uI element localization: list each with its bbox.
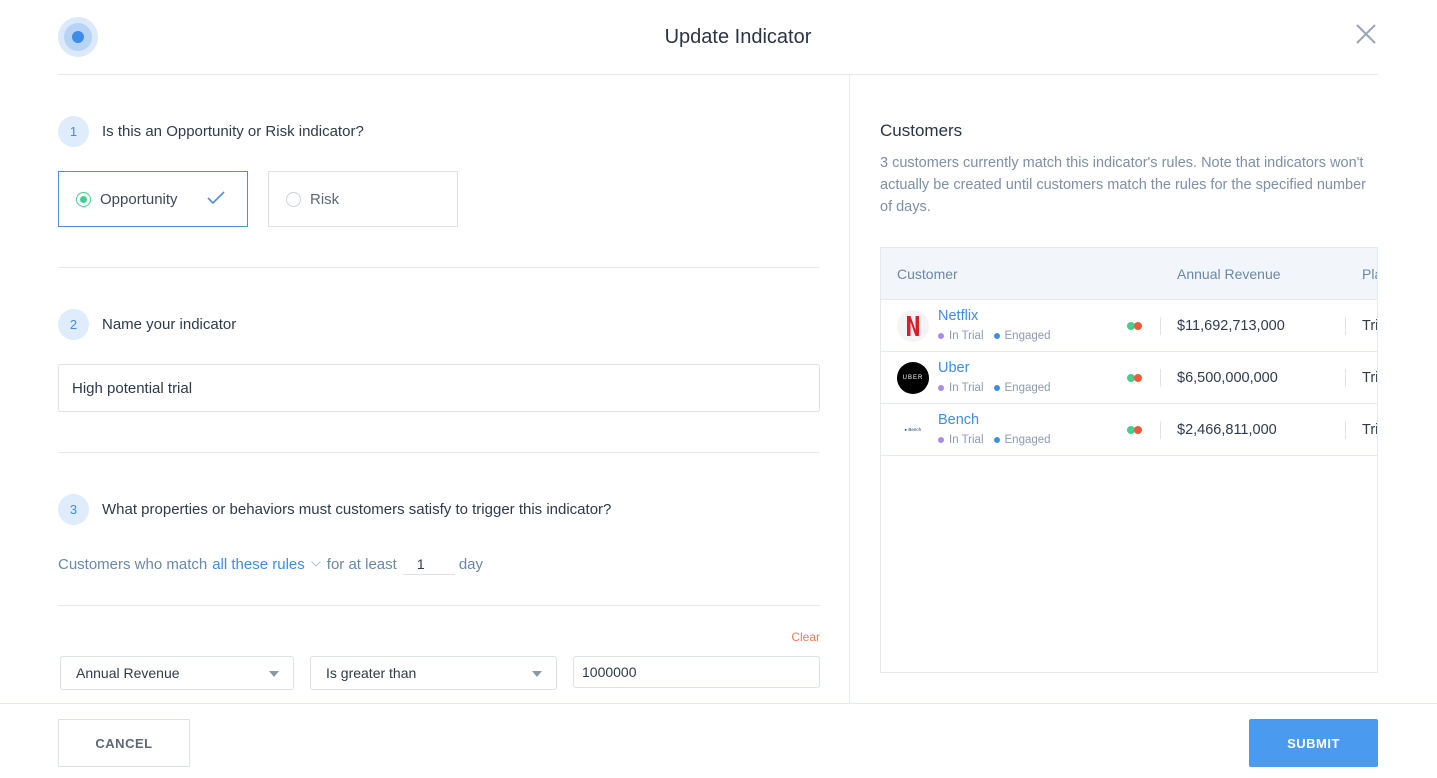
health-indicator-icon (1127, 426, 1142, 434)
revenue-cell: $6,500,000,000 (1177, 370, 1278, 386)
indicator-form: 1 Is this an Opportunity or Risk indicat… (58, 75, 820, 703)
days-input[interactable] (402, 553, 455, 575)
match-mode-dropdown[interactable]: all these rules (212, 556, 305, 573)
health-indicator-icon (1127, 374, 1142, 382)
logo-text: UBER (902, 375, 924, 381)
caret-down-icon (532, 671, 542, 677)
logo-text: ▸ Bench (904, 427, 922, 432)
cell-separator (1345, 421, 1346, 439)
cell-separator (1345, 317, 1346, 335)
step-question: Name your indicator (102, 316, 237, 333)
cell-separator (1160, 369, 1161, 387)
chevron-down-icon[interactable] (310, 561, 321, 567)
modal-title: Update Indicator (664, 26, 812, 48)
cancel-button[interactable]: CANCEL (58, 719, 190, 767)
step-2-header: 2 Name your indicator (58, 309, 236, 340)
customer-tags: In Trial Engaged (938, 382, 1061, 394)
step-1-header: 1 Is this an Opportunity or Risk indicat… (58, 116, 364, 147)
option-label: Risk (310, 190, 340, 208)
customers-table: Customer Annual Revenue Pla Netflix In T… (880, 247, 1378, 673)
column-header-revenue[interactable]: Annual Revenue (1177, 266, 1281, 282)
divider (58, 267, 820, 268)
health-indicator-icon (1127, 322, 1142, 330)
tag-label: In Trial (949, 330, 984, 342)
table-row[interactable]: UBER Uber In Trial Engaged $6,500,000,00… (881, 352, 1377, 404)
modal-header: Update Indicator (58, 0, 1378, 75)
customers-description: 3 customers currently match this indicat… (880, 155, 1366, 215)
clear-rules-link[interactable]: Clear (791, 630, 820, 644)
tag-dot-icon (938, 437, 944, 443)
modal-footer: CANCEL SUBMIT (0, 703, 1437, 778)
panel-divider (849, 75, 850, 703)
property-select-value: Annual Revenue (76, 665, 180, 681)
tag-label: In Trial (949, 382, 984, 394)
customer-tags: In Trial Engaged (938, 330, 1061, 342)
caret-down-icon (269, 671, 279, 677)
step-question: Is this an Opportunity or Risk indicator… (102, 123, 364, 140)
for-at-least-label: for at least (326, 555, 397, 573)
opportunity-option[interactable]: Opportunity (58, 171, 248, 227)
radio-selected-icon[interactable] (76, 191, 91, 207)
column-header-plan[interactable]: Pla (1362, 266, 1377, 282)
tag-label: Engaged (1004, 434, 1051, 446)
table-row[interactable]: Netflix In Trial Engaged $11,692,713,000… (881, 300, 1377, 352)
step-number-badge: 2 (58, 309, 89, 340)
rule-value-input[interactable] (573, 656, 820, 688)
operator-select[interactable]: Is greater than (310, 656, 557, 690)
tag-dot-icon (993, 437, 1000, 443)
cell-separator (1160, 317, 1161, 335)
cell-separator (1160, 421, 1161, 439)
radio-unselected-icon[interactable] (286, 191, 301, 207)
tag-dot-icon (938, 333, 944, 339)
match-rule-sentence: Customers who match all these rules for … (58, 553, 483, 575)
match-prefix: Customers who match (58, 555, 208, 573)
close-icon[interactable] (1354, 22, 1378, 46)
operator-select-value: Is greater than (326, 665, 417, 681)
tag-dot-icon (993, 333, 1000, 339)
revenue-cell: $11,692,713,000 (1177, 318, 1285, 334)
table-row[interactable]: ▸ Bench Bench In Trial Engaged $2,466,81… (881, 404, 1377, 456)
uber-logo-icon: UBER (897, 362, 929, 394)
days-unit-label: day (458, 555, 484, 573)
tag-label: In Trial (949, 434, 984, 446)
plan-cell: Tri (1362, 422, 1378, 438)
column-header-customer[interactable]: Customer (897, 266, 958, 282)
plan-cell: Tri (1362, 370, 1378, 386)
customer-tags: In Trial Engaged (938, 434, 1061, 446)
revenue-cell: $2,466,811,000 (1177, 422, 1277, 438)
cell-separator (1345, 369, 1346, 387)
tag-dot-icon (993, 385, 1000, 391)
customer-name-link[interactable]: Bench (938, 412, 979, 428)
customers-panel: Customers 3 customers currently match th… (880, 75, 1378, 703)
option-label: Opportunity (100, 190, 178, 208)
customer-name-link[interactable]: Uber (938, 360, 969, 376)
step-number-badge: 1 (58, 116, 89, 147)
indicator-name-input[interactable] (58, 364, 820, 412)
property-select[interactable]: Annual Revenue (60, 656, 294, 690)
checkmark-icon (207, 191, 225, 205)
customer-name-link[interactable]: Netflix (938, 308, 978, 324)
divider (58, 605, 820, 606)
tag-label: Engaged (1004, 382, 1051, 394)
bench-logo-icon: ▸ Bench (897, 414, 929, 446)
divider (58, 452, 820, 453)
step-number-badge: 3 (58, 494, 89, 525)
step-3-header: 3 What properties or behaviors must cust… (58, 494, 611, 525)
step-question: What properties or behaviors must custom… (102, 501, 612, 518)
tag-dot-icon (938, 385, 944, 391)
tag-label: Engaged (1004, 330, 1051, 342)
customers-title: Customers (880, 121, 963, 140)
risk-option[interactable]: Risk (268, 171, 458, 227)
submit-button[interactable]: SUBMIT (1249, 719, 1378, 767)
netflix-logo-icon (897, 310, 929, 342)
table-header: Customer Annual Revenue Pla (881, 248, 1377, 300)
plan-cell: Tri (1362, 318, 1378, 334)
